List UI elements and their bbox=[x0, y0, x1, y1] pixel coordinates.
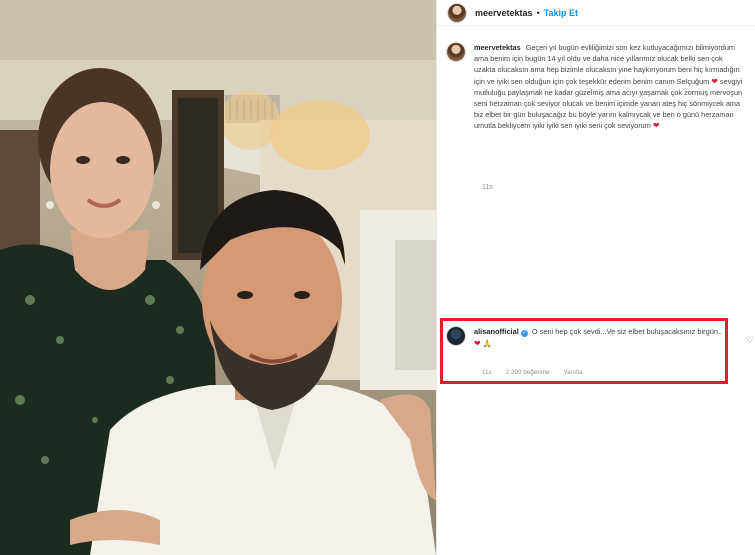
verified-badge-icon: ✓ bbox=[520, 330, 528, 337]
heart-icon: ❤ bbox=[652, 121, 660, 131]
comment-likes[interactable]: 2.399 beğenme bbox=[506, 369, 550, 376]
caption-time: 11s bbox=[482, 184, 493, 191]
comment-avatar[interactable] bbox=[446, 326, 466, 346]
post-caption: meervetektas Geçen yıl bugün evliliğimiz… bbox=[446, 42, 746, 132]
post-header: meervetektas • Takip Et bbox=[437, 0, 755, 26]
pray-icon: 🙏 bbox=[482, 338, 492, 348]
couple-photo-illustration bbox=[0, 0, 436, 555]
like-comment-icon[interactable]: ♡ bbox=[746, 335, 754, 346]
separator-dot: • bbox=[536, 7, 540, 18]
caption-avatar[interactable] bbox=[446, 42, 466, 62]
avatar[interactable] bbox=[447, 2, 467, 23]
comment-text: alisanofficial ✓ O seni hep çok sevdi...V… bbox=[474, 326, 724, 349]
comment: alisanofficial ✓ O seni hep çok sevdi...V… bbox=[446, 326, 746, 349]
comment-meta: 11s 2.399 beğenme Yanıtla bbox=[482, 369, 583, 376]
reply-button[interactable]: Yanıtla bbox=[563, 369, 582, 376]
comment-body: O seni hep çok sevdi...Ve siz elbet bulu… bbox=[531, 327, 723, 336]
comment-time: 11s bbox=[482, 369, 492, 376]
heart-icon: ❤ bbox=[474, 338, 481, 348]
follow-button[interactable]: Takip Et bbox=[544, 8, 578, 18]
post-photo bbox=[0, 0, 436, 555]
heart-icon: ❤ bbox=[711, 76, 718, 86]
comment-username[interactable]: alisanofficial bbox=[474, 327, 519, 336]
caption-text: meervetektas Geçen yıl bugün evliliğimiz… bbox=[474, 42, 746, 132]
caption-username[interactable]: meervetektas bbox=[474, 43, 521, 52]
post-username[interactable]: meervetektas bbox=[475, 8, 533, 18]
